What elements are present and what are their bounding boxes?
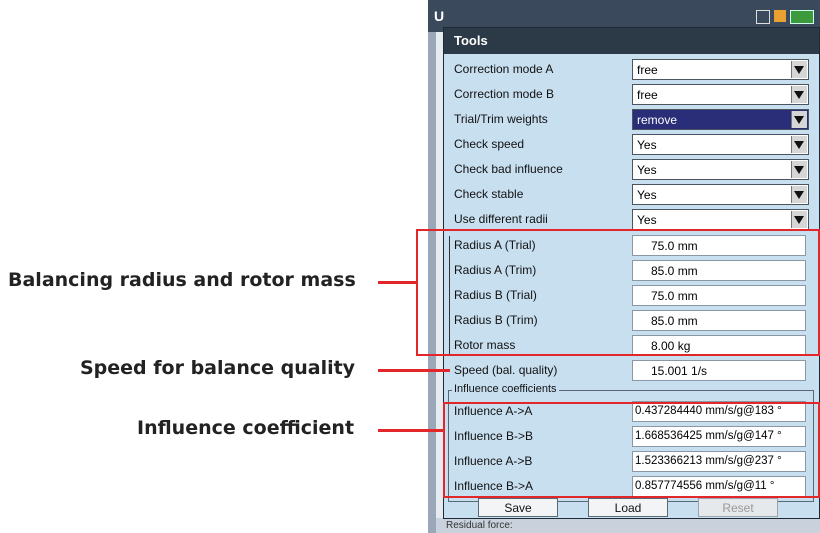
- setting-row-correction-mode-b: Correction mode B free: [450, 84, 820, 107]
- annotation-influence: Influence coefficient: [137, 417, 355, 439]
- setting-row-correction-mode-a: Correction mode A free: [450, 59, 820, 82]
- radius-highlight-box: [416, 229, 820, 356]
- setting-label: Use different radii: [454, 212, 548, 226]
- setting-label: Trial/Trim weights: [454, 112, 548, 126]
- reset-button[interactable]: Reset: [698, 498, 778, 517]
- field-label: Speed (bal. quality): [454, 363, 558, 377]
- setting-label: Correction mode B: [454, 87, 555, 101]
- dropdown-arrow-icon[interactable]: [791, 211, 807, 228]
- correction-mode-b-select[interactable]: free: [632, 84, 809, 105]
- dropdown-arrow-icon[interactable]: [791, 61, 807, 78]
- correction-mode-a-select[interactable]: free: [632, 59, 809, 80]
- annotation-leader-balancing: [378, 281, 418, 284]
- check-speed-select[interactable]: Yes: [632, 134, 809, 155]
- dropdown-arrow-icon[interactable]: [791, 186, 807, 203]
- influence-highlight-box: [443, 402, 820, 498]
- header-letter: U: [434, 8, 445, 24]
- annotation-speed: Speed for balance quality: [80, 357, 356, 379]
- influence-group-title: Influence coefficients: [452, 383, 559, 395]
- annotation-balancing: Balancing radius and rotor mass: [8, 269, 356, 291]
- setting-label: Check bad influence: [454, 162, 563, 176]
- device-icon: [756, 10, 770, 24]
- save-button[interactable]: Save: [478, 498, 558, 517]
- select-value: Yes: [637, 188, 657, 202]
- battery-icon: [790, 10, 814, 24]
- select-value: Yes: [637, 138, 657, 152]
- select-value: Yes: [637, 163, 657, 177]
- setting-row-check-stable: Check stable Yes: [450, 184, 820, 207]
- speed-row: Speed (bal. quality) 15.001 1/s: [450, 360, 820, 383]
- check-bad-influence-select[interactable]: Yes: [632, 159, 809, 180]
- dialog-title: Tools: [444, 28, 819, 54]
- select-value: Yes: [637, 213, 657, 227]
- select-value: free: [637, 63, 658, 77]
- select-value: remove: [637, 113, 678, 127]
- setting-row-check-bad-influence: Check bad influence Yes: [450, 159, 820, 182]
- use-different-radii-select[interactable]: Yes: [632, 209, 809, 230]
- dropdown-arrow-icon[interactable]: [791, 86, 807, 103]
- dropdown-arrow-icon[interactable]: [791, 111, 807, 128]
- field-value: 15.001 1/s: [651, 364, 708, 378]
- dropdown-arrow-icon[interactable]: [791, 136, 807, 153]
- select-value: free: [637, 88, 658, 102]
- setting-label: Check stable: [454, 187, 524, 201]
- printer-icon: [774, 10, 786, 22]
- setting-label: Correction mode A: [454, 62, 554, 76]
- annotation-leader-influence: [378, 429, 445, 432]
- residual-force-label: Residual force:: [446, 520, 513, 531]
- check-stable-select[interactable]: Yes: [632, 184, 809, 205]
- setting-label: Check speed: [454, 137, 525, 151]
- speed-field[interactable]: 15.001 1/s: [632, 360, 806, 381]
- dropdown-arrow-icon[interactable]: [791, 161, 807, 178]
- setting-row-trial-trim-weights: Trial/Trim weights remove: [450, 109, 820, 132]
- setting-row-check-speed: Check speed Yes: [450, 134, 820, 157]
- trial-trim-weights-select[interactable]: remove: [632, 109, 809, 130]
- load-button[interactable]: Load: [588, 498, 668, 517]
- annotation-leader-speed: [378, 369, 450, 372]
